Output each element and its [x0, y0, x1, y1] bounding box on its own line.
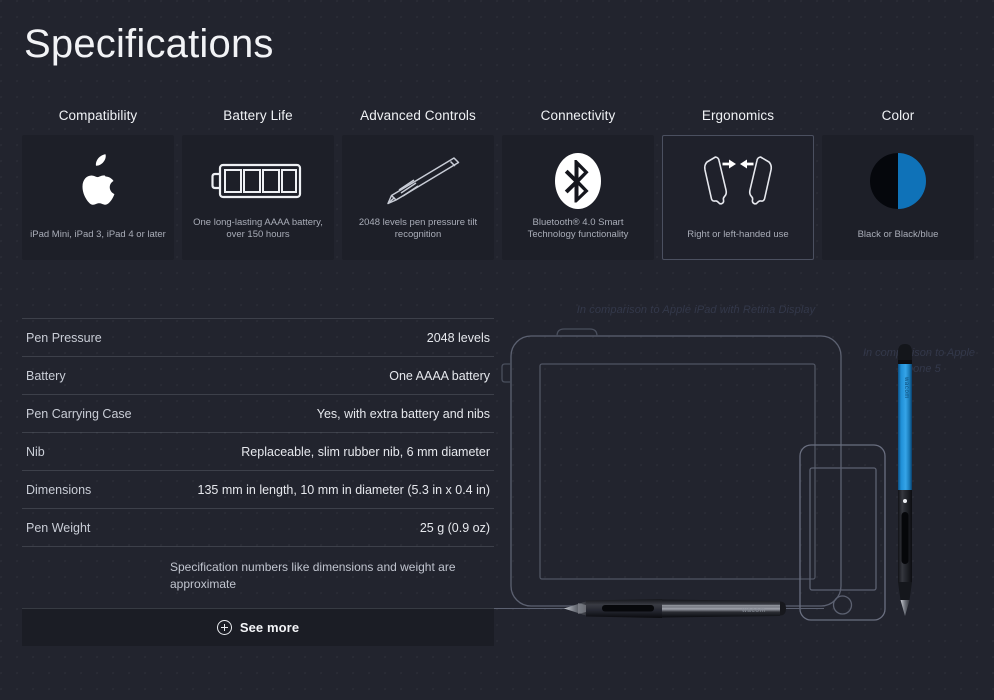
feature-card-connectivity[interactable]: Connectivity Bluetooth® 4.0 Smart Techno… [502, 108, 654, 260]
feature-card-title: Ergonomics [701, 108, 775, 123]
spec-value: One AAAA battery [389, 368, 490, 383]
spec-approximation-note: Specification numbers like dimensions an… [22, 546, 494, 608]
see-more-button[interactable]: See more [22, 607, 494, 646]
feature-card-color[interactable]: Color Black or Black/blue [822, 108, 974, 260]
feature-card-title: Advanced Controls [360, 108, 476, 123]
feature-card-title: Battery Life [223, 108, 293, 123]
table-row: Pen Weight 25 g (0.9 oz) [22, 508, 494, 546]
spec-key: Pen Weight [26, 520, 91, 535]
feature-card-advanced-controls[interactable]: Advanced Controls 2048 levels pen pressu… [342, 108, 494, 260]
feature-card-box[interactable]: Right or left-handed use [662, 135, 814, 260]
left-right-hand-pen-icon [671, 150, 805, 212]
feature-card-caption: iPad Mini, iPad 3, iPad 4 or later [30, 228, 166, 240]
plus-circle-icon [216, 619, 232, 635]
feature-card-caption: One long-lasting AAAA battery, over 150 … [193, 216, 323, 240]
spec-value: Replaceable, slim rubber nib, 6 mm diame… [241, 444, 490, 459]
feature-card-caption: Black or Black/blue [857, 228, 939, 240]
color-swatch-split-circle-icon [831, 150, 965, 212]
battery-icon [191, 150, 325, 212]
svg-text:wacom: wacom [741, 607, 766, 614]
stylus-pen-icon [351, 150, 485, 212]
feature-card-box[interactable]: 2048 levels pen pressure tilt recognitio… [342, 135, 494, 260]
spec-key: Nib [26, 444, 45, 459]
spec-value: 135 mm in length, 10 mm in diameter (5.3… [197, 482, 491, 497]
specifications-table: Pen Pressure 2048 levels Battery One AAA… [22, 318, 494, 646]
see-more-label: See more [239, 619, 300, 635]
spec-key: Battery [26, 368, 66, 383]
table-row: Dimensions 135 mm in length, 10 mm in di… [22, 470, 494, 508]
feature-card-compatibility[interactable]: Compatibility iPad Mini, iPad 3, iPad 4 … [22, 108, 174, 260]
page-title: Specifications [24, 22, 274, 66]
spec-key: Pen Carrying Case [26, 406, 132, 421]
table-row: Battery One AAAA battery [22, 356, 494, 394]
feature-card-title: Color [881, 108, 915, 123]
table-row: Pen Carrying Case Yes, with extra batter… [22, 394, 494, 432]
apple-logo-icon [31, 150, 165, 212]
feature-card-box[interactable]: Bluetooth® 4.0 Smart Technology function… [502, 135, 654, 260]
spec-value: 25 g (0.9 oz) [419, 520, 490, 535]
svg-text:wacom: wacom [903, 376, 909, 399]
table-row: Pen Pressure 2048 levels [22, 318, 494, 356]
feature-card-caption: Right or left-handed use [687, 228, 789, 240]
spec-value: Yes, with extra battery and nibs [316, 406, 490, 421]
feature-card-title: Connectivity [540, 108, 616, 123]
feature-card-box[interactable]: iPad Mini, iPad 3, iPad 4 or later [22, 135, 174, 260]
bluetooth-icon [511, 150, 645, 212]
feature-card-battery-life[interactable]: Battery Life One long-lasting AAAA batte… [182, 108, 334, 260]
spec-value: 2048 levels [426, 330, 490, 345]
feature-card-ergonomics[interactable]: Ergonomics Right or left-handed use [662, 108, 814, 260]
table-row: Nib Replaceable, slim rubber nib, 6 mm d… [22, 432, 494, 470]
spec-key: Pen Pressure [26, 330, 102, 345]
device-comparison-illustration: In comparison to Apple iPad with Retina … [494, 296, 994, 664]
feature-card-caption: Bluetooth® 4.0 Smart Technology function… [527, 216, 629, 240]
feature-cards-strip: Compatibility iPad Mini, iPad 3, iPad 4 … [22, 108, 974, 260]
spec-key: Dimensions [26, 482, 92, 497]
feature-card-box[interactable]: One long-lasting AAAA battery, over 150 … [182, 135, 334, 260]
feature-card-caption: 2048 levels pen pressure tilt recognitio… [358, 216, 478, 240]
feature-card-box[interactable]: Black or Black/blue [822, 135, 974, 260]
feature-card-title: Compatibility [58, 108, 138, 123]
